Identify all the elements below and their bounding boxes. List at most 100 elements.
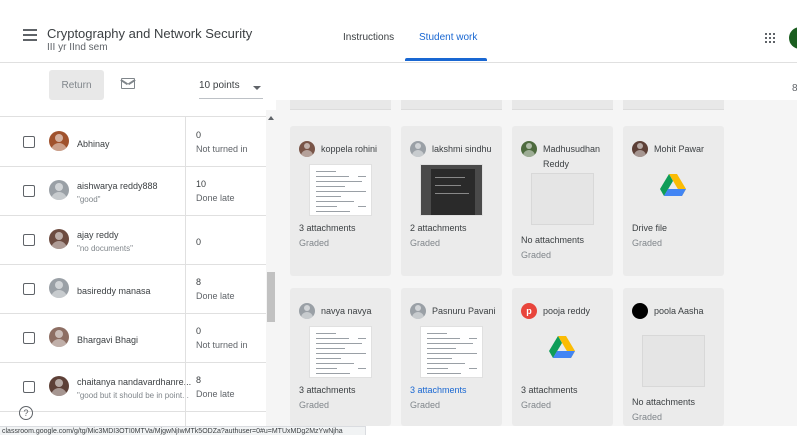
student-work-card[interactable]: koppela rohini 3 attachments Graded	[290, 126, 391, 276]
student-avatar	[49, 229, 69, 249]
attachment-thumbnail[interactable]	[420, 164, 483, 216]
student-work-card[interactable]: lakshmi sindhu 2 attachments Graded	[401, 126, 502, 276]
student-avatar	[299, 303, 315, 319]
student-work-card[interactable]: Pasnuru Pavani 3 attachments Graded	[401, 288, 502, 426]
student-name: aishwarya reddy888	[77, 181, 158, 191]
roster-scroll-thumb[interactable]	[267, 272, 275, 322]
hamburger-menu-icon[interactable]	[21, 29, 39, 43]
help-icon[interactable]: ?	[19, 406, 33, 420]
student-row[interactable]: Abhinay 0 Not turned in	[0, 118, 266, 167]
student-avatar	[299, 141, 315, 157]
student-work-card[interactable]: Madhusudhan Reddy No attachments Graded	[512, 126, 613, 276]
class-subtitle: III yr IInd sem	[47, 42, 108, 53]
student-name: Pasnuru Pavani	[432, 306, 496, 316]
grade-status: Graded	[521, 250, 552, 260]
attachment-count[interactable]: 3 attachments	[410, 385, 467, 395]
account-avatar[interactable]	[789, 27, 797, 49]
student-row[interactable]: aishwarya reddy888 "good" 10 Done late	[0, 167, 266, 216]
private-comment: "no documents"	[77, 244, 133, 253]
points-select[interactable]: 10 points	[199, 80, 263, 100]
student-avatar	[521, 141, 537, 157]
return-button[interactable]: Return	[49, 70, 104, 100]
class-title[interactable]: Cryptography and Network Security	[47, 26, 252, 41]
student-checkbox[interactable]	[23, 283, 35, 295]
chevron-down-icon	[253, 86, 261, 90]
roster-scrollbar[interactable]	[266, 110, 276, 426]
student-grade[interactable]: 0	[196, 237, 201, 247]
student-name: navya navya	[321, 306, 372, 316]
student-row[interactable]: Bhargavi Bhagi 0 Not turned in	[0, 314, 266, 363]
private-comment: "good"	[77, 195, 101, 204]
private-comment: "good but it should be in point...	[77, 391, 189, 400]
student-work-card[interactable]: poola Aasha No attachments Graded	[623, 288, 724, 426]
student-avatar	[632, 303, 648, 319]
google-drive-icon	[549, 336, 575, 358]
grade-status: Graded	[632, 238, 663, 248]
apps-grid-icon[interactable]	[765, 33, 775, 43]
attachment-count: 2 attachments	[410, 223, 467, 233]
student-row[interactable]: basireddy manasa 8 Done late	[0, 265, 266, 314]
student-name: Bhargavi Bhagi	[77, 335, 139, 345]
student-work-card[interactable]: Mohit Pawar Drive file Graded	[623, 126, 724, 276]
active-tab-indicator	[405, 58, 487, 61]
grade-status: Graded	[410, 238, 441, 248]
scroll-up-arrow-icon[interactable]	[268, 116, 274, 120]
attachment-count: 3 attachments	[299, 385, 356, 395]
student-name: poola Aasha	[654, 306, 704, 316]
student-grade[interactable]: 8	[196, 375, 201, 385]
card-peek	[401, 100, 502, 110]
student-avatar	[632, 141, 648, 157]
submission-status: Done late	[196, 389, 235, 399]
student-work-card[interactable]: p pooja reddy 3 attachments Graded	[512, 288, 613, 426]
student-avatar	[49, 180, 69, 200]
student-row[interactable]: ajay reddy "no documents" 0	[0, 216, 266, 265]
student-grade[interactable]: 10	[196, 179, 206, 189]
tab-instructions[interactable]: Instructions	[343, 32, 394, 43]
points-value: 10 points	[199, 80, 240, 91]
email-icon[interactable]	[121, 78, 135, 89]
attachment-count: Drive file	[632, 223, 668, 233]
student-avatar: p	[521, 303, 537, 319]
card-peek	[623, 100, 724, 110]
more-icon[interactable]: 8	[792, 83, 797, 94]
grade-status: Graded	[521, 400, 552, 410]
student-name: koppela rohini	[321, 144, 378, 154]
card-peek	[290, 100, 391, 110]
attachment-thumbnail[interactable]	[309, 164, 372, 216]
attachment-count: No attachments	[521, 235, 585, 245]
student-name: chaitanya nandavardhanre...	[77, 377, 192, 387]
grade-status: Graded	[299, 238, 330, 248]
submission-status: Done late	[196, 193, 235, 203]
student-avatar	[49, 376, 69, 396]
header-divider	[0, 62, 797, 63]
student-grade[interactable]: 0	[196, 326, 201, 336]
card-peek	[512, 100, 613, 110]
student-grade[interactable]: 8	[196, 277, 201, 287]
grade-status: Graded	[299, 400, 330, 410]
student-avatar	[49, 327, 69, 347]
attachment-count: No attachments	[632, 397, 696, 407]
student-row[interactable]: chaitanya nandavardhanre... "good but it…	[0, 363, 266, 412]
attachment-thumbnail[interactable]	[420, 326, 483, 378]
student-avatar	[49, 278, 69, 298]
student-checkbox[interactable]	[23, 185, 35, 197]
empty-thumbnail	[642, 335, 705, 387]
student-checkbox[interactable]	[23, 332, 35, 344]
student-checkbox[interactable]	[23, 136, 35, 148]
student-grade[interactable]: 0	[196, 130, 201, 140]
submission-status: Not turned in	[196, 144, 248, 154]
student-work-card[interactable]: navya navya 3 attachments Graded	[290, 288, 391, 426]
student-name: lakshmi sindhu	[432, 144, 492, 154]
student-checkbox[interactable]	[23, 381, 35, 393]
tab-student-work[interactable]: Student work	[419, 32, 477, 43]
student-checkbox[interactable]	[23, 234, 35, 246]
student-roster: Abhinay 0 Not turned in aishwarya reddy8…	[0, 108, 276, 426]
points-underline	[199, 98, 263, 99]
student-name: Abhinay	[77, 139, 110, 149]
grade-column-divider	[185, 116, 186, 426]
attachment-count: 3 attachments	[299, 223, 356, 233]
grade-status: Graded	[410, 400, 441, 410]
student-avatar	[410, 303, 426, 319]
attachment-thumbnail[interactable]	[309, 326, 372, 378]
submission-status: Done late	[196, 291, 235, 301]
